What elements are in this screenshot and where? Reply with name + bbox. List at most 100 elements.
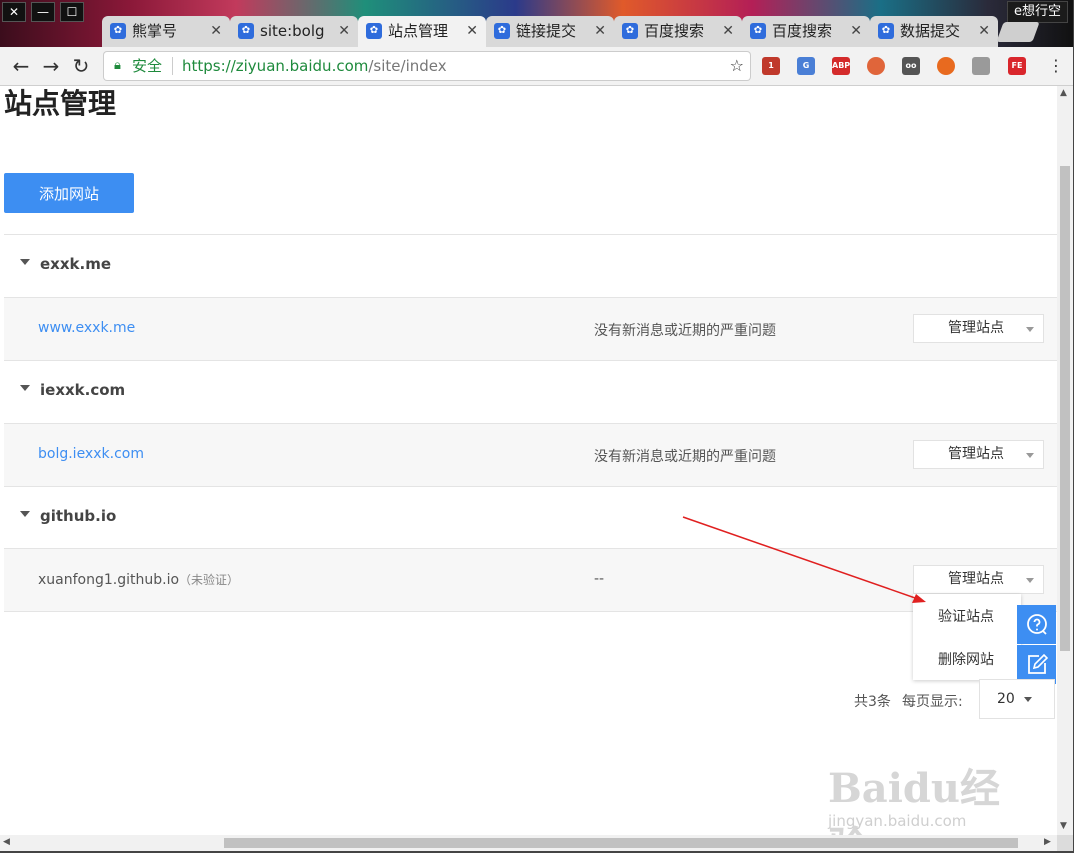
manage-site-dropdown[interactable]: 管理站点	[913, 440, 1044, 469]
group-header-iexxk-com[interactable]: iexxk.com	[4, 361, 1057, 423]
mail-checker-badge: 1	[768, 61, 774, 70]
watermark-url: jingyan.baidu.com	[828, 812, 967, 830]
scroll-left-icon[interactable]: ◀	[3, 837, 10, 847]
tab-site-bolg[interactable]: ✿ site:bolg ✕	[230, 16, 358, 47]
group-name: github.io	[40, 507, 117, 525]
translate-label: G	[802, 61, 810, 70]
tab-close-icon[interactable]: ✕	[722, 16, 734, 46]
horizontal-scrollbar[interactable]: ◀ ▶	[0, 835, 1057, 851]
baidu-paw-icon: ✿	[750, 23, 766, 39]
fe-helper-label: FE	[1011, 61, 1023, 70]
verify-site-menu-item[interactable]: 验证站点	[938, 606, 994, 626]
tab-title: 熊掌号	[132, 22, 178, 40]
browser-menu-icon[interactable]: ⋮	[1048, 56, 1064, 75]
baidu-paw-icon: ✿	[878, 23, 894, 39]
site-name[interactable]: xuanfong1.github.io（未验证）	[38, 571, 239, 588]
collapse-caret-icon[interactable]	[20, 511, 30, 517]
site-status: 没有新消息或近期的严重问题	[594, 449, 776, 465]
scroll-up-icon[interactable]: ▲	[1060, 88, 1067, 98]
screenshot-icon[interactable]	[972, 57, 990, 75]
browser-toolbar: ← → ↻ 🔒︎ 安全 https://ziyuan.baidu.com/sit…	[0, 47, 1074, 86]
tab-site-management[interactable]: ✿ 站点管理 ✕	[358, 16, 486, 47]
delete-site-menu-item[interactable]: 删除网站	[938, 649, 994, 669]
tab-title: 百度搜索	[644, 22, 705, 40]
manage-site-dropdown[interactable]: 管理站点	[913, 565, 1044, 594]
horizontal-scroll-thumb[interactable]	[224, 838, 1018, 848]
scrollbar-corner	[1057, 835, 1073, 851]
tab-title: 链接提交	[516, 22, 577, 40]
group-header-exxk-me[interactable]: exxk.me	[4, 235, 1057, 297]
url-host: https://ziyuan.baidu.com	[182, 57, 369, 75]
tab-close-icon[interactable]: ✕	[210, 16, 222, 46]
tab-close-icon[interactable]: ✕	[466, 16, 478, 46]
group-name: iexxk.com	[40, 381, 126, 399]
group-name: exxk.me	[40, 255, 112, 273]
address-bar[interactable]: 🔒︎ 安全 https://ziyuan.baidu.com/site/inde…	[104, 52, 750, 80]
chevron-down-icon	[1026, 327, 1034, 332]
bookmark-star-icon[interactable]: ☆	[730, 52, 744, 80]
tab-xiongzhanghao[interactable]: ✿ 熊掌号 ✕	[102, 16, 230, 47]
help-button[interactable]	[1017, 605, 1056, 644]
site-link[interactable]: www.exxk.me	[38, 320, 135, 336]
url-path: /site/index	[368, 57, 447, 75]
translate-icon[interactable]: G	[797, 57, 815, 75]
tab-title: 百度搜索	[772, 22, 833, 40]
adblock-label: ABP	[832, 61, 851, 70]
profile-button[interactable]: e想行空	[1007, 1, 1068, 23]
tab-title: site:bolg	[260, 22, 325, 40]
browser-titlebar: ✕ — ☐ e想行空 ✿ 熊掌号 ✕ ✿ site:bolg ✕ ✿ 站点管理 …	[0, 0, 1074, 48]
site-row-www-exxk-me: www.exxk.me 没有新消息或近期的严重问题 管理站点	[4, 298, 1057, 360]
reader-icon[interactable]: oo	[902, 57, 920, 75]
window-minimize-button[interactable]: —	[31, 2, 55, 22]
unverified-note: （未验证）	[179, 573, 240, 587]
baidu-jingyan-watermark: Baidu经验 jingyan.baidu.com	[826, 736, 1026, 835]
forward-button[interactable]: →	[38, 53, 64, 79]
back-button[interactable]: ←	[8, 53, 34, 79]
tab-baidu-search-2[interactable]: ✿ 百度搜索 ✕	[742, 16, 870, 47]
url-text: https://ziyuan.baidu.com/site/index	[182, 52, 447, 80]
pagination-per-page-label: 每页显示:	[902, 694, 963, 710]
collapse-caret-icon[interactable]	[20, 259, 30, 265]
baidu-paw-icon: ✿	[110, 23, 126, 39]
tab-title: 数据提交	[900, 22, 961, 40]
collapse-caret-icon[interactable]	[20, 385, 30, 391]
vertical-scrollbar[interactable]: ▲ ▼	[1057, 86, 1073, 835]
group-header-github-io[interactable]: github.io	[4, 487, 1057, 549]
tab-data-submit[interactable]: ✿ 数据提交 ✕	[870, 16, 998, 47]
vertical-scroll-thumb[interactable]	[1060, 166, 1070, 651]
edit-icon	[1028, 653, 1049, 674]
baidu-paw-icon: ✿	[366, 23, 382, 39]
per-page-select[interactable]: 20	[979, 679, 1055, 719]
add-site-button[interactable]: 添加网站	[4, 173, 134, 213]
fe-helper-icon[interactable]: FE	[1008, 57, 1026, 75]
tab-close-icon[interactable]: ✕	[850, 16, 862, 46]
tab-link-submit[interactable]: ✿ 链接提交 ✕	[486, 16, 614, 47]
window-maximize-button[interactable]: ☐	[60, 2, 84, 22]
chevron-down-icon	[1024, 697, 1032, 702]
manage-site-label: 管理站点	[948, 571, 1004, 587]
tab-close-icon[interactable]: ✕	[594, 16, 606, 46]
scroll-right-icon[interactable]: ▶	[1044, 837, 1051, 847]
baidu-paw-icon: ✿	[494, 23, 510, 39]
url-separator	[172, 57, 173, 75]
tab-baidu-search-1[interactable]: ✿ 百度搜索 ✕	[614, 16, 742, 47]
adblock-icon[interactable]: ABP	[832, 57, 850, 75]
tab-close-icon[interactable]: ✕	[978, 16, 990, 46]
per-page-value: 20	[997, 691, 1015, 707]
tab-close-icon[interactable]: ✕	[338, 16, 350, 46]
page-title: 站点管理	[4, 87, 117, 120]
manage-site-dropdown[interactable]: 管理站点	[913, 314, 1044, 343]
reader-label: oo	[905, 61, 917, 70]
scroll-down-icon[interactable]: ▼	[1060, 821, 1067, 831]
tab-title: 站点管理	[388, 22, 449, 40]
reload-button[interactable]: ↻	[68, 53, 94, 79]
mail-checker-icon[interactable]: 1	[762, 57, 780, 75]
manage-site-label: 管理站点	[948, 446, 1004, 462]
new-tab-button[interactable]	[996, 22, 1040, 42]
question-icon	[1027, 614, 1047, 635]
window-close-button[interactable]: ✕	[2, 2, 26, 22]
ublock-icon[interactable]	[937, 57, 955, 75]
site-status: 没有新消息或近期的严重问题	[594, 323, 776, 339]
record-icon[interactable]	[867, 57, 885, 75]
site-link[interactable]: bolg.iexxk.com	[38, 446, 144, 462]
